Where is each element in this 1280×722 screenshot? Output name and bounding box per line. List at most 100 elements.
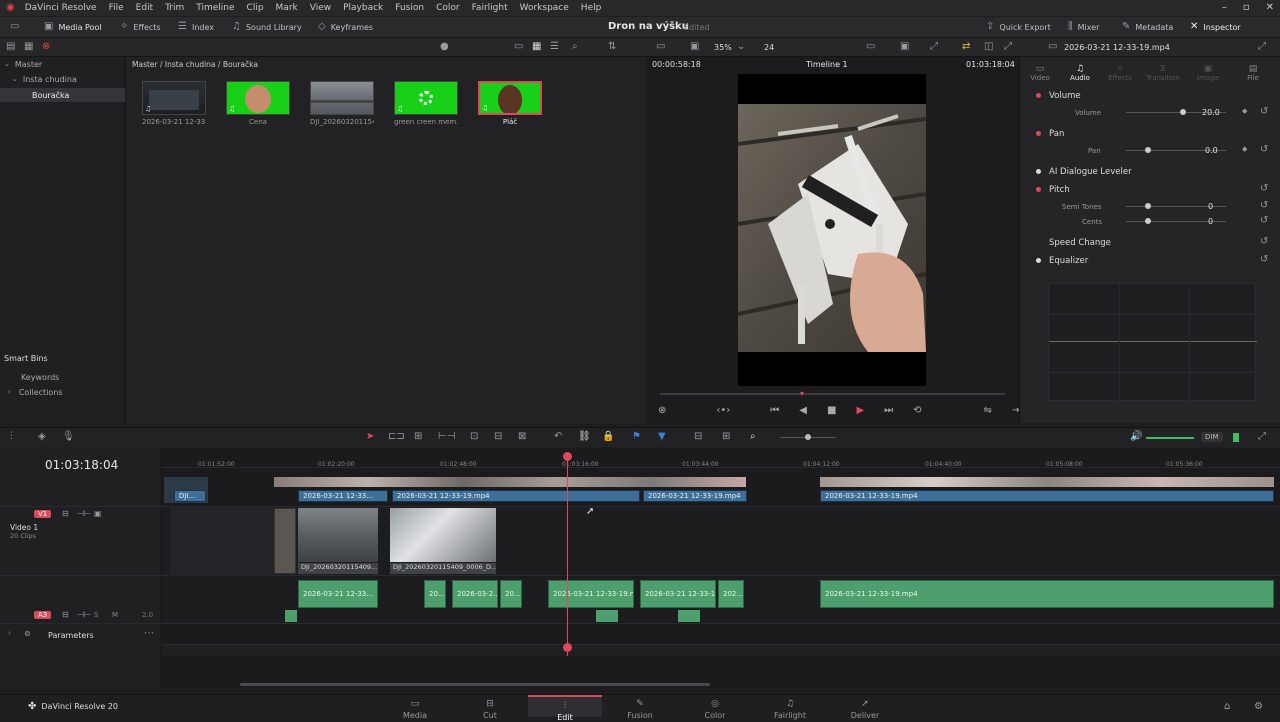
video-clip[interactable]	[274, 508, 296, 574]
page-color[interactable]: ◎ Color	[690, 700, 740, 721]
zoom-custom-icon[interactable]: ⌕	[750, 432, 756, 442]
match-frame-icon[interactable]: ⇋	[984, 405, 992, 416]
pan-value[interactable]: 0.0	[1205, 146, 1218, 155]
blade-icon[interactable]: ⊢⊣	[438, 432, 455, 442]
tab-image[interactable]: ▣ Image	[1186, 64, 1230, 82]
replace-icon[interactable]: ⊠	[518, 432, 526, 442]
playhead[interactable]	[567, 456, 568, 656]
layout-icon[interactable]: ▭	[10, 22, 19, 32]
menu-timeline[interactable]: Timeline	[190, 3, 240, 13]
reset-icon[interactable]: ↺	[1260, 237, 1268, 247]
menu-file[interactable]: File	[103, 3, 130, 13]
sort-icon[interactable]: ⇅	[608, 42, 616, 52]
skip-start-icon[interactable]: ⏮	[770, 405, 779, 416]
menu-edit[interactable]: Edit	[130, 3, 159, 13]
zoom-slider-knob[interactable]	[805, 434, 811, 440]
timeline-scrollbar[interactable]	[240, 683, 710, 686]
tab-video[interactable]: ▭ Video	[1020, 64, 1060, 82]
enable-dot-icon[interactable]	[1036, 131, 1041, 136]
media-clip[interactable]: ♫ 2026-03-21 12-33...	[142, 81, 206, 126]
fullscreen-icon[interactable]: ⤢	[1004, 42, 1012, 52]
equalizer-section[interactable]: Equalizer ↺	[1020, 252, 1280, 269]
chevron-right-icon[interactable]: ›	[8, 388, 11, 396]
snapping-icon[interactable]: ◈	[38, 432, 46, 442]
viewer-scrubber[interactable]	[660, 393, 1005, 395]
dynamic-trim-icon[interactable]: ⊞	[414, 432, 422, 442]
track-visibility-icon[interactable]: ▣	[94, 510, 102, 518]
media-clip-selected[interactable]: ♫ Pláč	[478, 81, 542, 126]
audio-clip[interactable]: 2026-03-21 12-33-1...	[640, 580, 716, 608]
reset-icon[interactable]: ↺	[1260, 184, 1268, 194]
track-a3-header[interactable]: A3 ⊟ ⊣⊢ S M 2.0	[0, 578, 162, 624]
video-clip[interactable]: 2026-03-21 12-33-19.mp4	[392, 490, 640, 502]
expand-icon[interactable]: ⤢	[1258, 42, 1266, 52]
enable-dot-icon[interactable]	[1036, 169, 1041, 174]
audio-clip[interactable]: 2026-03-2...	[452, 580, 498, 608]
semitones-slider-knob[interactable]	[1145, 203, 1151, 209]
tab-file[interactable]: ▤ File	[1230, 64, 1276, 82]
auto-select-icon[interactable]: ⊣⊢	[77, 510, 91, 518]
list-view-icon[interactable]: ☰	[550, 42, 559, 52]
insert-icon[interactable]: ⊡	[470, 432, 478, 442]
quick-export-button[interactable]: ⇪ Quick Export	[986, 22, 1051, 32]
menu-fairlight[interactable]: Fairlight	[466, 3, 514, 13]
skip-end-icon[interactable]: ⏭	[884, 405, 893, 416]
record-icon[interactable]: ⊗	[42, 42, 50, 52]
video-clip[interactable]: 2026-03-21 12-33...	[298, 490, 388, 502]
cents-value[interactable]: 0	[1208, 217, 1213, 226]
menu-clip[interactable]: Clip	[241, 3, 270, 13]
selection-tool-icon[interactable]: ➤	[366, 432, 374, 442]
media-clip[interactable]: ♫ green creen mem...	[394, 81, 458, 126]
page-fusion[interactable]: ✎ Fusion	[615, 700, 665, 721]
semitones-value[interactable]: 0	[1208, 202, 1213, 211]
mixer-button[interactable]: ⫼ Mixer	[1068, 22, 1099, 32]
page-edit[interactable]: ⫶ Edit	[528, 695, 602, 722]
pan-section[interactable]: Pan	[1020, 125, 1280, 142]
settings-gear-icon[interactable]: ⚙	[1254, 702, 1263, 712]
video-clip[interactable]: DJI...	[174, 490, 206, 502]
zoom-level[interactable]: 35%	[714, 43, 732, 52]
page-cut[interactable]: ⊟ Cut	[465, 700, 515, 721]
audio-clip[interactable]: 202...	[718, 580, 744, 608]
track-v1-header[interactable]: V1 ⊟ ⊣⊢ ▣ Video 1 20 Clips	[0, 506, 162, 576]
loop-icon[interactable]: ⟲	[913, 405, 921, 416]
page-fairlight[interactable]: ♫ Fairlight	[765, 700, 815, 721]
reset-icon[interactable]: ↺	[1260, 107, 1268, 117]
viewer-options-icon[interactable]: ▭	[866, 42, 875, 52]
video-clip[interactable]: 2026-03-21 12-33-19.mp4	[820, 490, 1274, 502]
panel-icon[interactable]: ▦	[24, 42, 33, 52]
audio-clip[interactable]	[678, 610, 700, 622]
tab-audio[interactable]: ♫ Audio	[1060, 64, 1100, 82]
bin-insta-chudina[interactable]: ⌄ Insta chudina	[0, 72, 125, 86]
trim-tool-icon[interactable]: ⊏⊐	[388, 432, 405, 442]
pitch-section[interactable]: Pitch ↺	[1020, 181, 1280, 198]
media-clip[interactable]: ♫ Cena	[226, 81, 290, 126]
mute-button[interactable]: M	[112, 611, 118, 619]
marker-icon[interactable]: ▼	[658, 432, 666, 442]
slider-knob-icon[interactable]: ●	[440, 42, 449, 52]
audio-clip[interactable]: 2026-03-21 12-33-19.m...	[548, 580, 634, 608]
bin-master[interactable]: ⌄ Master	[0, 57, 125, 71]
jog-icon[interactable]: ‹•›	[716, 405, 730, 416]
keyframe-icon[interactable]: ◆	[1242, 146, 1247, 153]
loop-icon[interactable]: ⇄	[962, 42, 970, 52]
timeline-area[interactable]: 01:01:52:00 01:02:20:00 01:02:48:00 01:0…	[0, 448, 1280, 688]
tab-transition[interactable]: ⧖ Transition	[1140, 64, 1186, 82]
audio-clip[interactable]: 2026-03-21 12-33-19.mp4	[820, 580, 1274, 608]
cents-slider-knob[interactable]	[1145, 218, 1151, 224]
enable-dot-icon[interactable]	[1036, 93, 1041, 98]
link-icon[interactable]: ⛓	[578, 432, 591, 442]
reset-icon[interactable]: ↺	[1260, 145, 1268, 155]
playhead-handle[interactable]	[563, 643, 572, 652]
thumbnail-view-icon[interactable]: ▦	[532, 42, 541, 52]
audio-clip[interactable]: 2026-03-21 12-33...	[298, 580, 378, 608]
transform-icon[interactable]: ⤢	[930, 42, 938, 52]
video-clip-label[interactable]: DJI_20260320115409_0006_D...	[390, 563, 496, 574]
volume-level-bar[interactable]	[1146, 437, 1194, 439]
menu-color[interactable]: Color	[430, 3, 466, 13]
chevron-down-icon[interactable]: ⌄	[737, 42, 745, 52]
track-a3-label[interactable]: A3	[34, 611, 52, 619]
play-reverse-icon[interactable]: ◀	[799, 405, 807, 416]
close-icon[interactable]: ✕	[1266, 2, 1274, 13]
menu-mark[interactable]: Mark	[270, 3, 304, 13]
